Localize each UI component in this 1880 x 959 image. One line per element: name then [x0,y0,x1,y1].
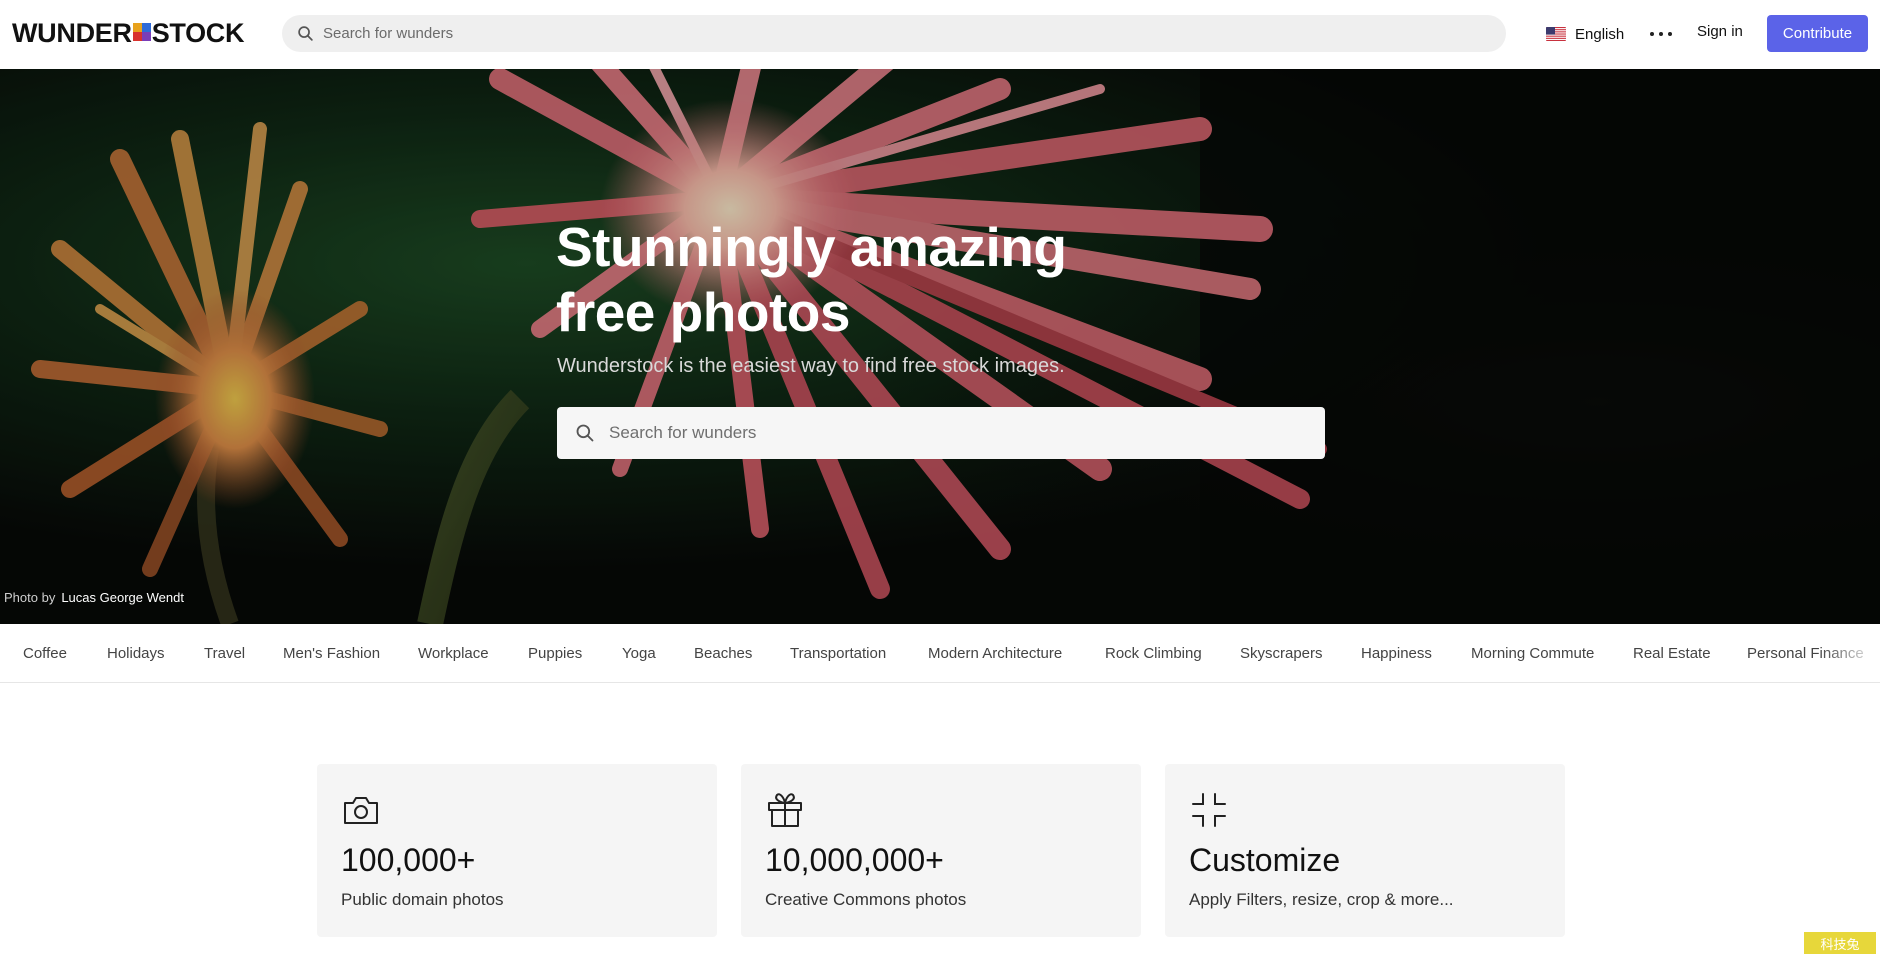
category-mens-fashion[interactable]: Men's Fashion [283,645,380,662]
more-menu-icon[interactable] [1650,22,1672,46]
category-coffee[interactable]: Coffee [23,645,67,662]
feature-card-customize: Customize Apply Filters, resize, crop & … [1165,764,1565,937]
category-yoga[interactable]: Yoga [622,645,656,662]
category-rock-climbing[interactable]: Rock Climbing [1105,645,1202,662]
wunderstock-logo[interactable]: WUNDER STOCK [12,18,245,48]
category-beaches[interactable]: Beaches [694,645,752,662]
feature-description: Apply Filters, resize, crop & more... [1189,890,1454,909]
hero-title: Stunningly amazing free photos [556,215,1256,345]
category-personal-finance[interactable]: Personal Finance [1747,645,1864,662]
top-header: WUNDER STOCK English Sign in Contribute [0,0,1880,69]
hero-title-line-2: free photos [556,281,850,343]
contribute-button[interactable]: Contribute [1767,15,1868,52]
compress-icon [1192,793,1226,827]
feature-description: Public domain photos [341,890,504,909]
category-skyscrapers[interactable]: Skyscrapers [1240,645,1323,662]
logo-text-right: STOCK [151,18,245,48]
category-holidays[interactable]: Holidays [107,645,165,662]
photo-credit: Photo by Lucas George Wendt [4,590,184,605]
hero-flower-photo [0,69,1880,624]
feature-card-public-domain: 100,000+ Public domain photos [317,764,717,937]
watermark-badge: 科技兔 [1804,932,1876,954]
hero-search-input[interactable] [609,407,1309,459]
us-flag-icon [1546,27,1566,41]
hero-title-line-1: Stunningly amazing [556,216,1067,278]
language-label: English [1575,25,1625,43]
hero-banner: Stunningly amazing free photos Wundersto… [0,69,1880,624]
language-selector[interactable]: English [1546,22,1624,46]
feature-value: Customize [1189,842,1341,878]
search-icon [576,424,594,442]
feature-value: 10,000,000+ [765,842,944,878]
logo-text-left: WUNDER [12,18,132,48]
category-travel[interactable]: Travel [204,645,245,662]
hero-subtitle: Wunderstock is the easiest way to find f… [557,355,1065,377]
category-happiness[interactable]: Happiness [1361,645,1432,662]
photo-credit-author-link[interactable]: Lucas George Wendt [61,590,184,605]
category-morning-commute[interactable]: Morning Commute [1471,645,1594,662]
sign-in-link[interactable]: Sign in [1697,23,1743,40]
feature-value: 100,000+ [341,842,476,878]
feature-description: Creative Commons photos [765,890,967,909]
search-icon [298,26,313,41]
header-search-input[interactable] [323,15,1483,52]
category-workplace[interactable]: Workplace [418,645,489,662]
gift-icon [768,793,802,827]
feature-card-creative-commons: 10,000,000+ Creative Commons photos [741,764,1141,937]
photo-credit-prefix: Photo by [4,590,56,605]
logo-mark-icon [132,23,151,41]
camera-icon [344,797,378,824]
category-puppies[interactable]: Puppies [528,645,582,662]
hero-search-bar[interactable] [557,407,1325,459]
category-real-estate[interactable]: Real Estate [1633,645,1711,662]
category-modern-architecture[interactable]: Modern Architecture [928,645,1062,662]
category-transportation[interactable]: Transportation [790,645,886,662]
category-bar: Coffee Holidays Travel Men's Fashion Wor… [0,624,1880,683]
header-search-bar[interactable] [282,15,1506,52]
